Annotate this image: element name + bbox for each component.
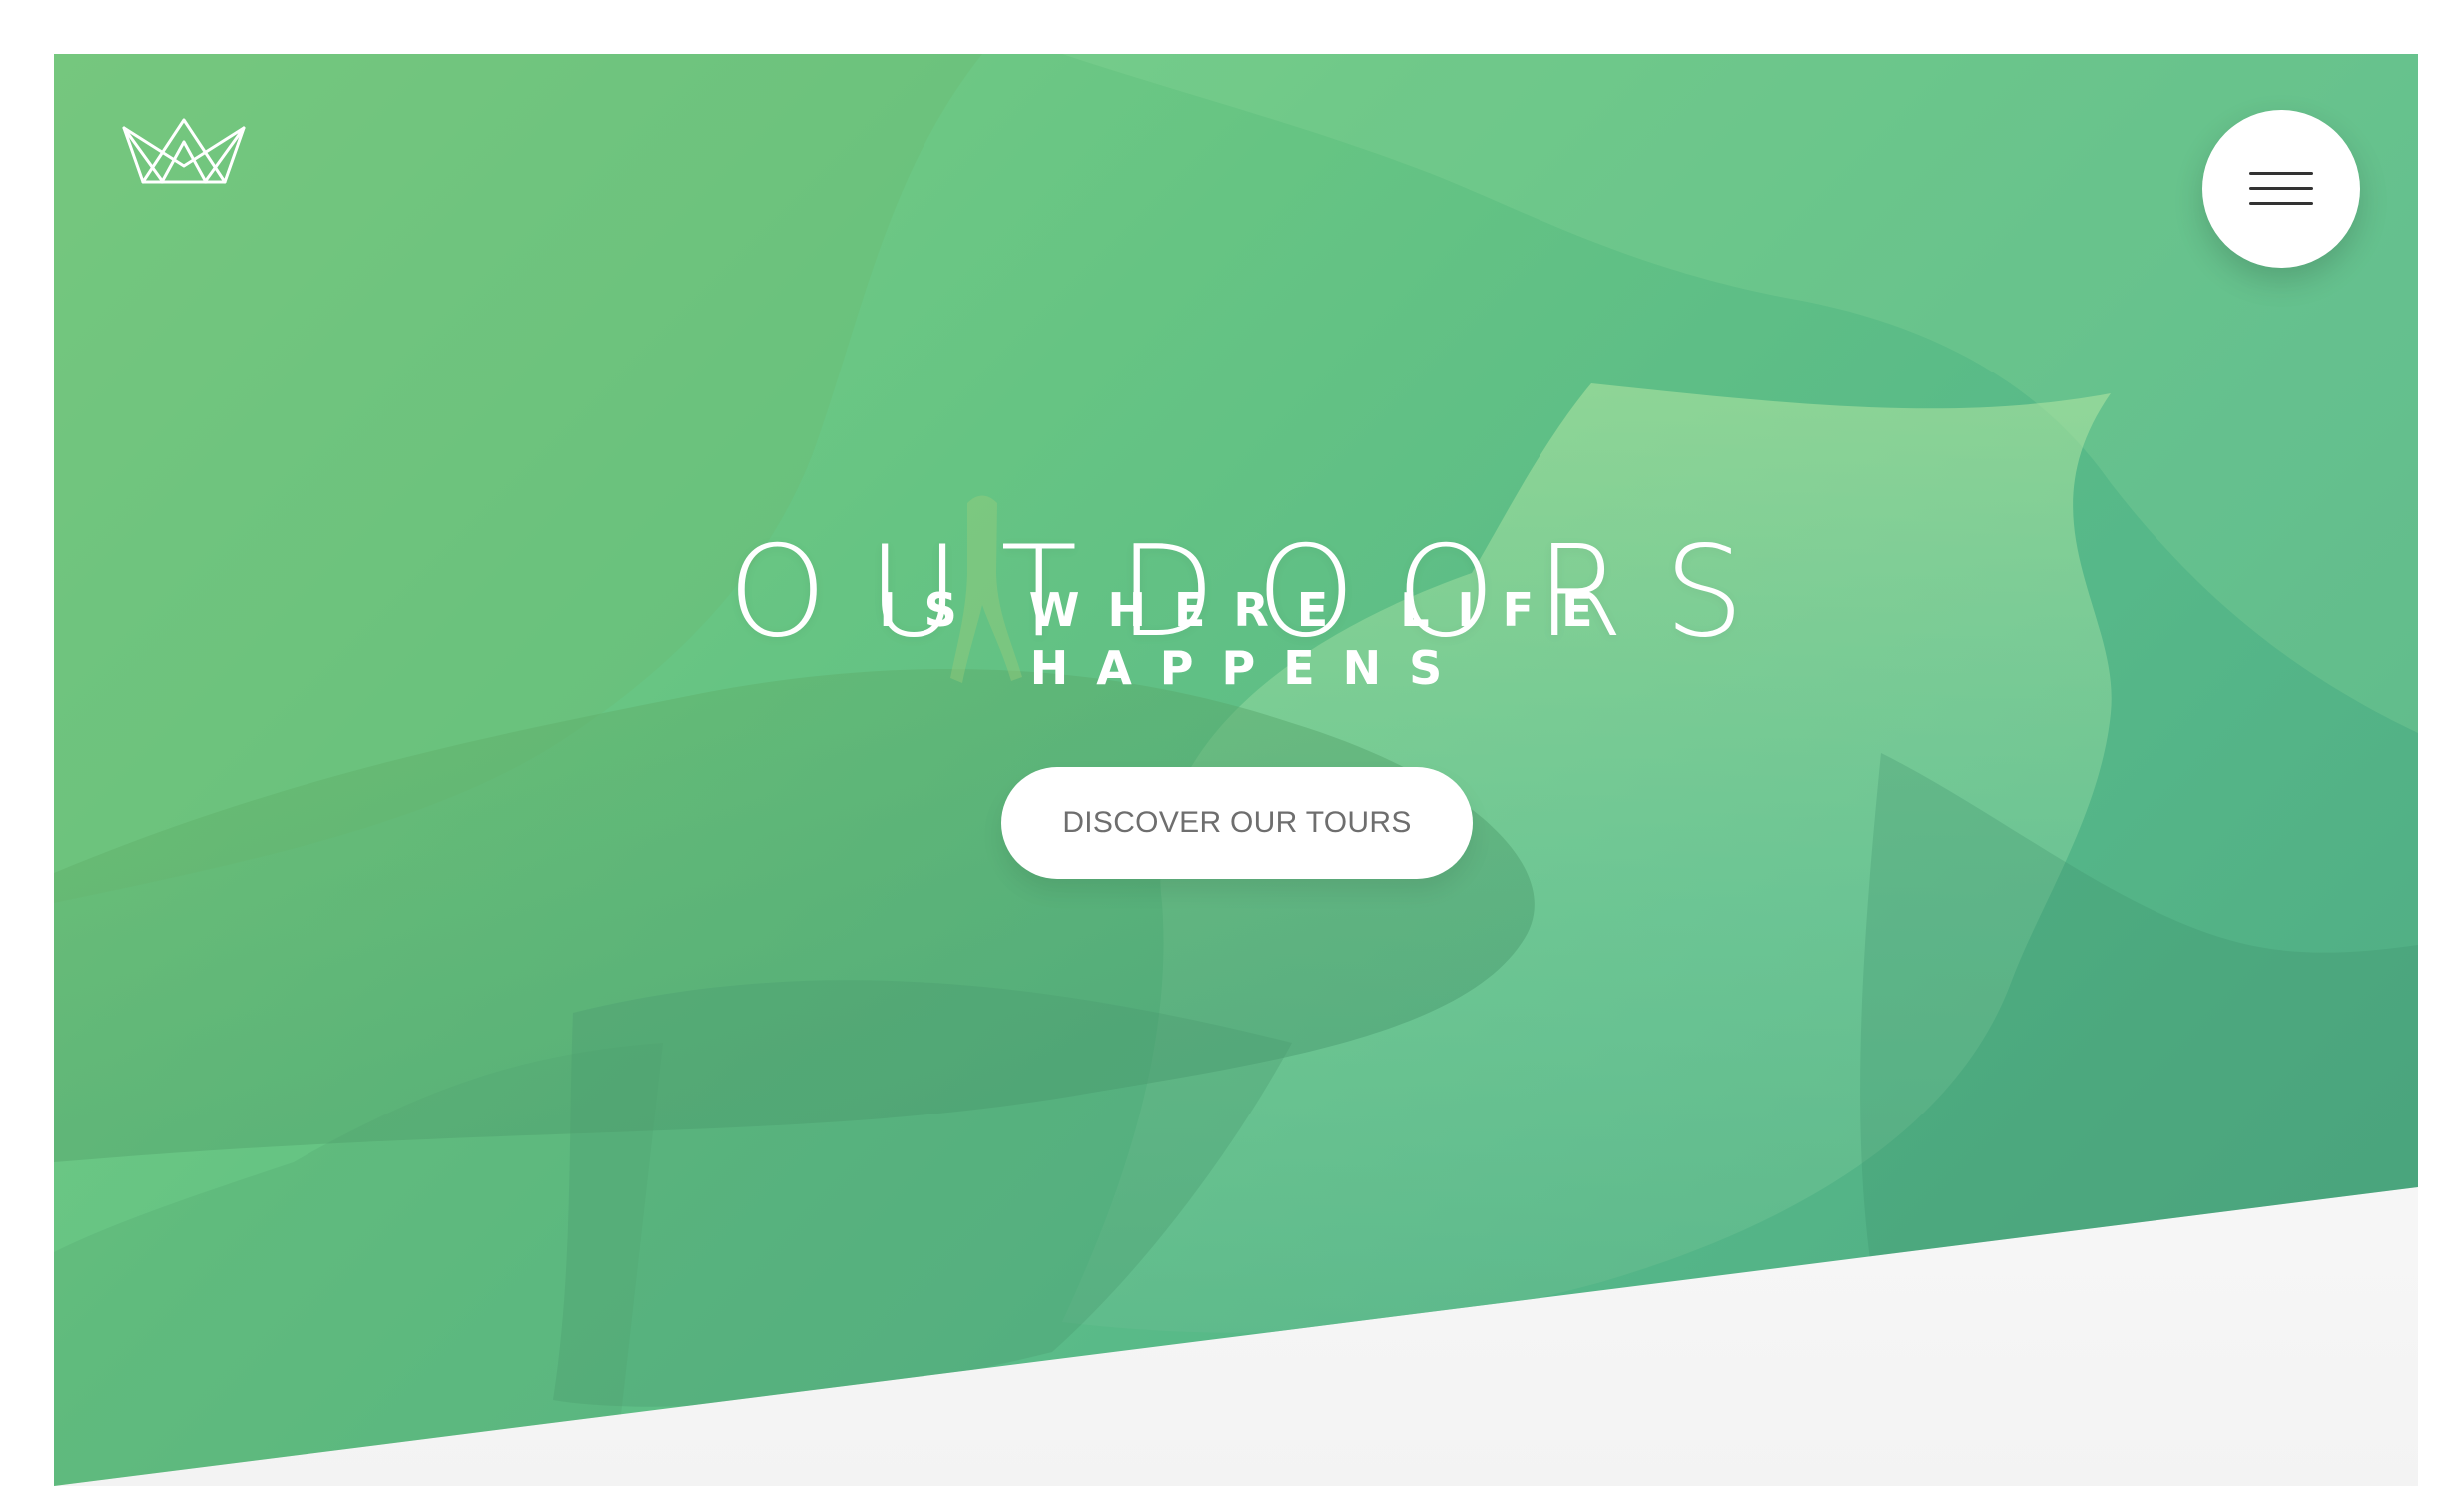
crown-logo-icon[interactable] (120, 116, 248, 186)
discover-tours-button[interactable]: DISCOVER OUR TOURS (1001, 767, 1473, 879)
hero-subtitle-line-2: HAPPENS (1029, 641, 1471, 695)
menu-button[interactable] (2202, 110, 2360, 268)
hero-subtitle-line-1: IS WHERE LIFE (879, 583, 1621, 637)
hero-subtitle: IS WHERE LIFE HAPPENS (54, 581, 2418, 697)
hamburger-menu-icon (2249, 172, 2313, 206)
page: OUTDOORS IS WHERE LIFE HAPPENS DISCOVER … (0, 0, 2464, 1486)
